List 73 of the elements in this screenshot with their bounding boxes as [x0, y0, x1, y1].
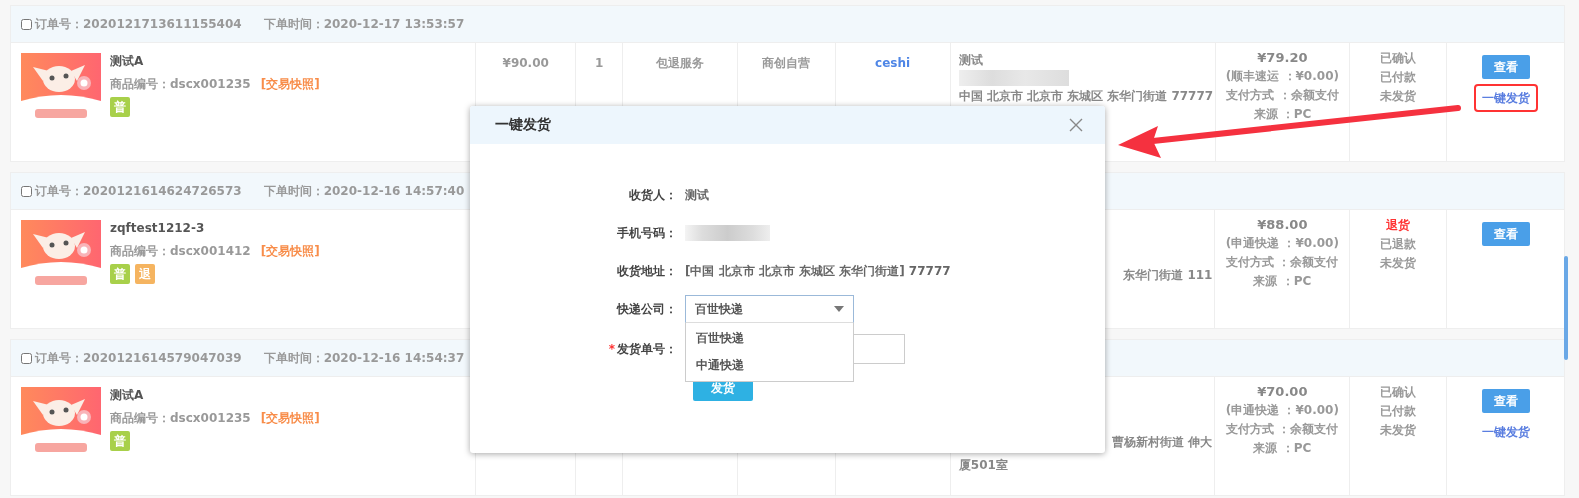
product-code: 商品编号：dscx001235	[110, 411, 251, 425]
field-label: 快递公司：	[617, 301, 677, 316]
address-text: 曹杨新村街道 伸大	[1111, 434, 1213, 451]
product-code: 商品编号：dscx001412	[110, 244, 251, 258]
order-status: 已付款	[1379, 403, 1418, 420]
total-amount: ¥88.00	[1256, 216, 1309, 234]
ship-link[interactable]: 一键发货	[1473, 84, 1538, 112]
product-tag: 普	[110, 97, 130, 117]
total-amount: ¥79.20	[1256, 49, 1309, 67]
address-text: 厦501室	[958, 457, 1009, 474]
product-name: zqftest1212-3	[110, 220, 206, 236]
amount-detail: 来源 ：PC	[1252, 273, 1313, 290]
courier-select[interactable]: 百世快递	[685, 295, 854, 323]
order-status: 未发货	[1379, 88, 1418, 105]
field-value: 测试	[685, 186, 709, 204]
amount-detail: 来源 ：PC	[1252, 106, 1313, 123]
order-time: 下单时间：2020-12-16 14:57:40	[263, 182, 465, 200]
amount-detail: 来源 ：PC	[1252, 440, 1313, 457]
product-tag: 普	[110, 431, 130, 451]
view-button[interactable]: 查看	[1481, 222, 1530, 246]
amount-detail: 支付方式 ：余额支付	[1225, 87, 1340, 104]
order-time: 下单时间：2020-12-17 13:53:57	[263, 15, 465, 33]
amount-detail: (申通快递 ：¥0.00)	[1224, 235, 1340, 252]
amount-detail: 支付方式 ：余额支付	[1225, 254, 1340, 271]
order-status: 已退款	[1379, 236, 1418, 253]
shop-name: 商创自营	[762, 56, 811, 70]
close-icon[interactable]	[1069, 118, 1083, 132]
order-checkbox[interactable]	[21, 185, 32, 197]
order-status: 未发货	[1379, 422, 1418, 439]
snapshot-link[interactable]: [交易快照]	[260, 411, 320, 425]
field-label: 发货单号：	[617, 341, 677, 356]
order-checkbox[interactable]	[21, 18, 32, 30]
required-mark: *	[608, 341, 615, 356]
amount-detail: 支付方式 ：余额支付	[1225, 421, 1340, 438]
view-button[interactable]: 查看	[1481, 389, 1530, 413]
address-text: 中国 北京市 北京市 东城区 东华门街道 77777	[958, 88, 1213, 105]
field-label: 收货人：	[629, 187, 677, 202]
order-status: 未发货	[1379, 255, 1418, 272]
product-tag: 退	[135, 264, 155, 284]
service-text: 包退服务	[655, 56, 704, 70]
field-label: 手机号码：	[617, 225, 677, 240]
snapshot-link[interactable]: [交易快照]	[260, 77, 320, 91]
order-number: 订单号：2020121614624726573	[35, 182, 242, 200]
order-number: 订单号：2020121713611155404	[35, 15, 242, 33]
unit-price: ¥90.00	[502, 56, 549, 70]
order-number: 订单号：2020121614579047039	[35, 349, 242, 367]
quantity: 1	[594, 56, 604, 70]
order-status: 已付款	[1379, 69, 1418, 86]
address-text: 测试	[958, 52, 984, 69]
dropdown-option[interactable]: 百世快递	[686, 325, 853, 352]
view-button[interactable]: 查看	[1481, 55, 1530, 79]
snapshot-link[interactable]: [交易快照]	[260, 244, 320, 258]
product-name: 测试A	[110, 387, 145, 403]
scrollbar[interactable]	[1564, 256, 1568, 360]
amount-detail: (申通快递 ：¥0.00)	[1224, 402, 1340, 419]
order-status: 退货	[1385, 217, 1412, 234]
field-label: 收货地址：	[617, 263, 677, 278]
amount-detail: (顺丰速运 ：¥0.00)	[1224, 68, 1340, 85]
order-status: 已确认	[1379, 384, 1418, 401]
order-time: 下单时间：2020-12-16 14:54:37	[263, 349, 465, 367]
caret-icon	[834, 306, 844, 312]
product-tag: 普	[110, 264, 130, 284]
order-status: 已确认	[1379, 50, 1418, 67]
dialog-title: 一键发货	[495, 116, 551, 134]
total-amount: ¥70.00	[1256, 383, 1309, 401]
order-checkbox[interactable]	[21, 352, 32, 364]
field-value: [中国 北京市 北京市 东城区 东华门街道] 77777	[685, 262, 951, 280]
product-code: 商品编号：dscx001235	[110, 77, 251, 91]
buyer-link[interactable]: ceshi	[875, 56, 911, 70]
dropdown-option[interactable]: 中通快递	[686, 352, 853, 379]
product-name: 测试A	[110, 53, 145, 69]
ship-link[interactable]: 一键发货	[1473, 418, 1538, 446]
address-text: 东华门街道 111	[1122, 267, 1213, 284]
